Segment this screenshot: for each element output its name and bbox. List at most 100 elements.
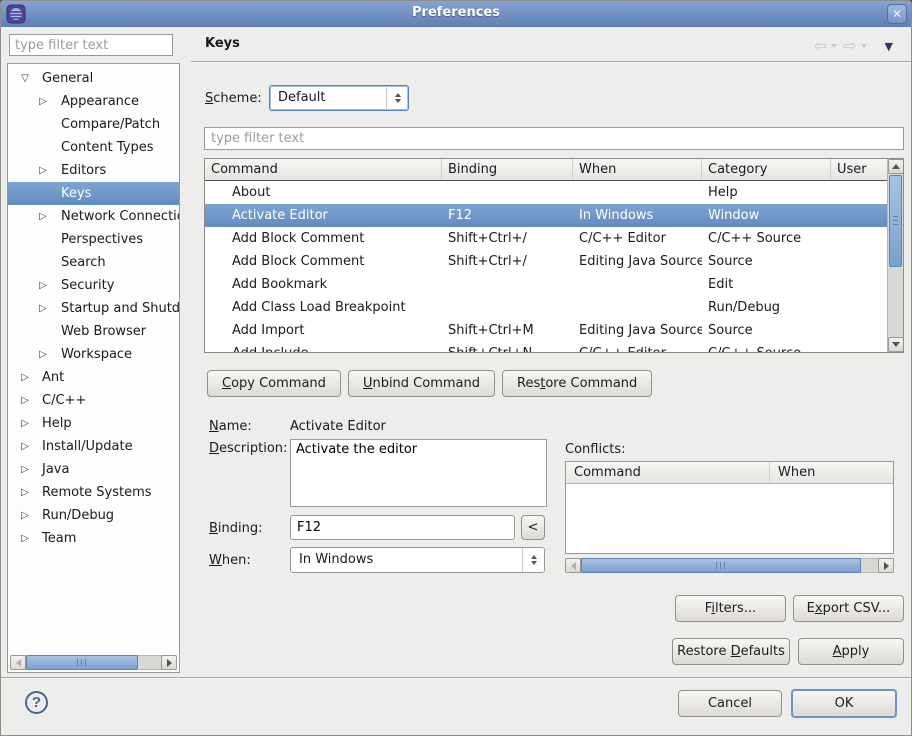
column-header-command[interactable]: Command — [205, 159, 442, 180]
scroll-up-icon[interactable] — [888, 159, 904, 174]
preferences-dialog: Preferences ✕ ▽General▷AppearanceCompare… — [0, 0, 912, 736]
tree-item-label: Ant — [42, 366, 64, 389]
expand-icon[interactable]: ▷ — [36, 90, 50, 113]
tree-item-workspace[interactable]: ▷Workspace — [8, 343, 179, 366]
expand-icon[interactable]: ▷ — [36, 159, 50, 182]
tree-item-help[interactable]: ▷Help — [8, 412, 179, 435]
column-header-category[interactable]: Category — [702, 159, 831, 180]
unbind-command-button[interactable]: Unbind Command — [348, 370, 495, 397]
ok-button[interactable]: OK — [791, 689, 897, 718]
table-row[interactable]: Add BookmarkEdit — [205, 273, 903, 296]
tree-item-java[interactable]: ▷Java — [8, 458, 179, 481]
expand-icon[interactable]: ▷ — [36, 297, 50, 320]
tree-item-label: Run/Debug — [42, 504, 114, 527]
scroll-left-icon[interactable] — [565, 558, 581, 573]
cell-binding — [442, 296, 573, 319]
column-header-binding[interactable]: Binding — [442, 159, 573, 180]
tree-item-security[interactable]: ▷ Security — [8, 274, 179, 297]
cell-user — [831, 319, 887, 342]
table-row[interactable]: Add Block CommentShift+Ctrl+/C/C++ Edito… — [205, 227, 903, 250]
close-icon[interactable]: ✕ — [887, 4, 907, 24]
tree-item-label: Compare/Patch — [61, 113, 160, 136]
conflicts-column-command[interactable]: Command — [566, 462, 770, 483]
scroll-down-icon[interactable] — [888, 337, 904, 352]
table-row[interactable]: Add Class Load BreakpointRun/Debug — [205, 296, 903, 319]
titlebar[interactable]: Preferences ✕ — [1, 1, 911, 27]
tree-item-remote-systems[interactable]: ▷Remote Systems — [8, 481, 179, 504]
help-icon[interactable]: ? — [25, 691, 48, 714]
apply-button[interactable]: Apply — [798, 638, 904, 665]
cell-category: Edit — [702, 273, 831, 296]
key-filter-input[interactable] — [204, 127, 904, 150]
forward-menu-icon[interactable] — [861, 44, 867, 48]
cell-command: Add Class Load Breakpoint — [205, 296, 442, 319]
expand-icon[interactable]: ▷ — [18, 527, 32, 550]
conflicts-horizontal-scrollbar[interactable] — [565, 558, 894, 573]
scrollbar-thumb[interactable] — [889, 175, 902, 267]
tree-item-c-c[interactable]: ▷C/C++ — [8, 389, 179, 412]
conflicts-column-when[interactable]: When — [770, 462, 893, 483]
tree-item-web-browser[interactable]: Web Browser — [8, 320, 179, 343]
tree-item-label: Security — [61, 274, 114, 297]
tree-item-startup-and-shutdo[interactable]: ▷Startup and Shutdo — [8, 297, 179, 320]
cell-user — [831, 227, 887, 250]
tree-item-compare-patch[interactable]: Compare/Patch — [8, 113, 179, 136]
tree-horizontal-scrollbar[interactable] — [10, 655, 177, 670]
expand-icon[interactable]: ▷ — [18, 458, 32, 481]
view-menu-icon[interactable]: ▼ — [885, 40, 893, 53]
table-vertical-scrollbar[interactable] — [887, 159, 903, 352]
copy-command-button[interactable]: Copy Command — [207, 370, 341, 397]
tree-item-content-types[interactable]: Content Types — [8, 136, 179, 159]
tree-item-label: Install/Update — [42, 435, 133, 458]
back-icon[interactable]: ⇦ — [814, 37, 827, 55]
filters-button[interactable]: Filters... — [675, 595, 786, 622]
scroll-right-icon[interactable] — [878, 558, 894, 573]
scheme-select[interactable]: Default — [269, 85, 409, 111]
tree-item-general[interactable]: ▽General — [8, 67, 179, 90]
collapse-icon[interactable]: ▽ — [18, 67, 32, 90]
expand-icon[interactable]: ▷ — [18, 481, 32, 504]
tree-item-run-debug[interactable]: ▷ Run/Debug — [8, 504, 179, 527]
expand-icon[interactable]: ▷ — [36, 343, 50, 366]
expand-icon[interactable]: ▷ — [36, 205, 50, 228]
scrollbar-thumb[interactable] — [581, 558, 861, 573]
tree-item-ant[interactable]: ▷ Ant — [8, 366, 179, 389]
table-row[interactable]: AboutHelp — [205, 181, 903, 204]
description-textarea[interactable]: Activate the editor — [290, 439, 547, 507]
scrollbar-thumb[interactable] — [26, 655, 138, 670]
restore-command-button[interactable]: Restore Command — [502, 370, 652, 397]
tree-item-perspectives[interactable]: Perspectives — [8, 228, 179, 251]
when-select[interactable]: In Windows — [290, 547, 545, 573]
table-row[interactable]: Activate EditorF12In WindowsWindow — [205, 204, 903, 227]
binding-back-button[interactable]: < — [521, 515, 545, 540]
expand-icon[interactable]: ▷ — [36, 274, 50, 297]
expand-icon[interactable]: ▷ — [18, 389, 32, 412]
forward-icon[interactable]: ⇨ — [843, 37, 856, 55]
column-header-user[interactable]: User — [831, 159, 887, 180]
cancel-button[interactable]: Cancel — [678, 690, 782, 717]
expand-icon[interactable]: ▷ — [18, 504, 32, 527]
column-header-when[interactable]: When — [573, 159, 702, 180]
name-label: Name: — [209, 419, 252, 434]
tree-item-search[interactable]: Search — [8, 251, 179, 274]
back-menu-icon[interactable] — [831, 44, 837, 48]
tree-item-network-connectio[interactable]: ▷Network Connectio — [8, 205, 179, 228]
tree-item-keys[interactable]: Keys — [8, 182, 179, 205]
expand-icon[interactable]: ▷ — [18, 366, 32, 389]
tree-item-appearance[interactable]: ▷Appearance — [8, 90, 179, 113]
expand-icon[interactable]: ▷ — [18, 435, 32, 458]
table-row[interactable]: Add IncludeShift+Ctrl+NC/C++ EditorC/C++… — [205, 342, 903, 353]
tree-item-editors[interactable]: ▷Editors — [8, 159, 179, 182]
scroll-left-icon[interactable] — [10, 655, 26, 670]
table-row[interactable]: Add ImportShift+Ctrl+MEditing Java Sourc… — [205, 319, 903, 342]
table-row[interactable]: Add Block CommentShift+Ctrl+/Editing Jav… — [205, 250, 903, 273]
tree-item-team[interactable]: ▷Team — [8, 527, 179, 550]
expand-icon[interactable]: ▷ — [18, 412, 32, 435]
scroll-right-icon[interactable] — [161, 655, 177, 670]
export-csv-button[interactable]: Export CSV... — [793, 595, 904, 622]
binding-input[interactable] — [290, 515, 515, 540]
sidebar-filter-input[interactable] — [9, 34, 173, 56]
restore-defaults-button[interactable]: Restore Defaults — [672, 638, 790, 665]
description-label: Description: — [209, 441, 287, 456]
tree-item-install-update[interactable]: ▷ Install/Update — [8, 435, 179, 458]
